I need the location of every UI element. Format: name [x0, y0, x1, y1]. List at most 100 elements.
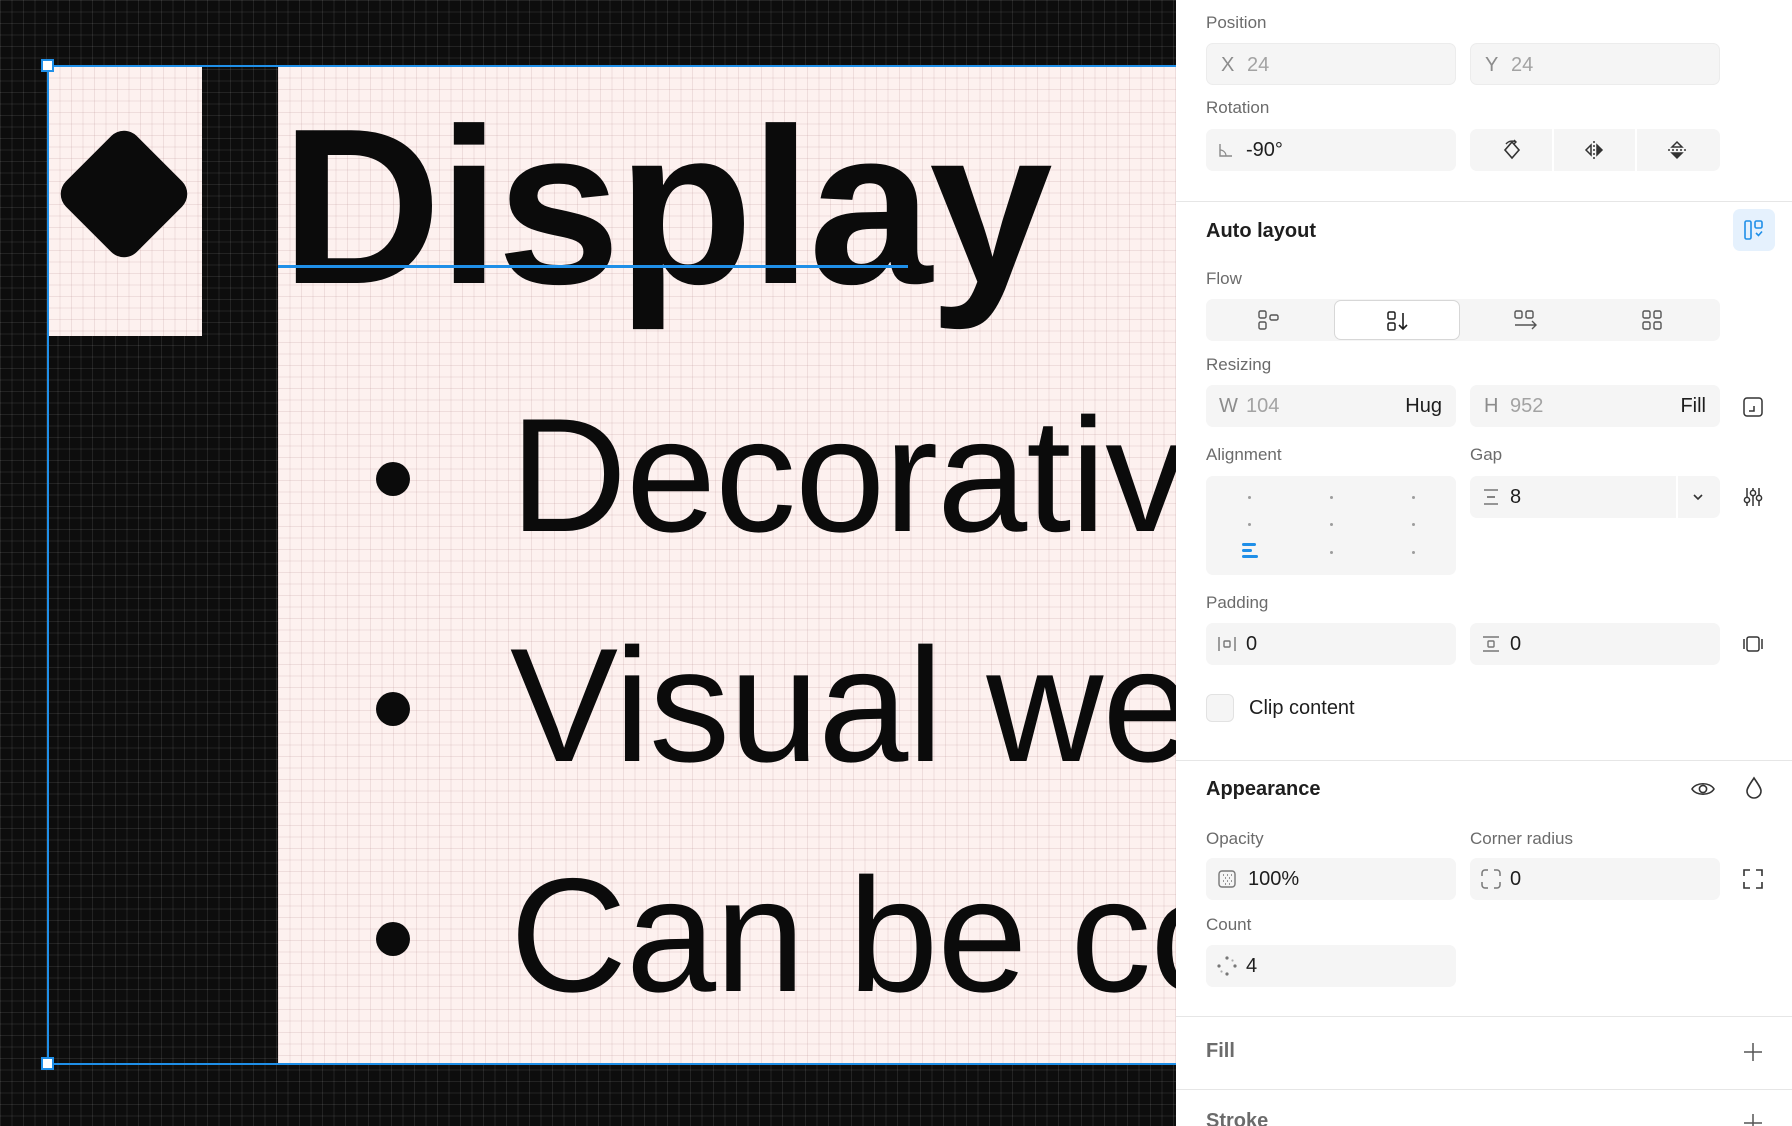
auto-layout-icon — [1744, 220, 1763, 240]
properties-panel: Position X 24 Y 24 Rotation -90° Auto la… — [1176, 0, 1792, 1126]
align-middle-right-dot[interactable] — [1412, 523, 1415, 526]
y-position-field[interactable]: Y 24 — [1470, 43, 1720, 85]
independent-corners-icon[interactable] — [1742, 868, 1764, 890]
opacity-icon — [1218, 870, 1236, 888]
rotation-value: -90° — [1246, 139, 1283, 161]
count-value: 4 — [1246, 955, 1258, 977]
y-value: 24 — [1511, 54, 1534, 76]
flow-option-vertical[interactable] — [1334, 300, 1460, 340]
opacity-field[interactable]: 100% — [1206, 858, 1456, 900]
rotation-field[interactable]: -90° — [1206, 129, 1456, 171]
vertical-gap-icon — [1484, 489, 1498, 505]
appearance-title: Appearance — [1206, 778, 1321, 800]
separator — [1635, 129, 1637, 171]
eye-icon[interactable] — [1690, 778, 1716, 800]
x-value: 24 — [1247, 54, 1270, 76]
height-mode[interactable]: Fill — [1680, 395, 1706, 418]
section-divider — [1176, 760, 1792, 761]
align-top-right-dot[interactable] — [1412, 496, 1415, 499]
gap-label: Gap — [1470, 445, 1503, 464]
stroke-title: Stroke — [1206, 1110, 1269, 1126]
list-bullet — [376, 462, 410, 496]
flow-option-horizontal[interactable] — [1462, 299, 1588, 341]
flip-horizontal-icon[interactable] — [1582, 138, 1606, 162]
list-item-text[interactable]: Decorative — [510, 395, 1176, 557]
resizing-label: Resizing — [1206, 355, 1272, 374]
rotate-90-icon[interactable] — [1500, 138, 1524, 162]
rotation-label: Rotation — [1206, 98, 1270, 117]
flow-option-grid[interactable] — [1206, 299, 1332, 341]
y-label: Y — [1485, 54, 1499, 76]
angle-icon — [1219, 144, 1232, 157]
count-dots-icon — [1217, 956, 1237, 976]
width-field[interactable]: W 104 Hug — [1206, 385, 1456, 427]
transform-buttons-group — [1470, 129, 1720, 171]
blend-mode-drop-icon[interactable] — [1744, 776, 1764, 800]
align-bottom-center-dot[interactable] — [1330, 551, 1333, 554]
selection-border-bottom — [47, 1063, 1176, 1065]
width-value: 104 — [1246, 395, 1280, 417]
list-bullet — [376, 922, 410, 956]
opacity-label: Opacity — [1206, 829, 1264, 848]
design-canvas[interactable]: Display Decorative Visual wei Can be co — [0, 0, 1176, 1126]
corner-radius-field[interactable]: 0 — [1470, 858, 1720, 900]
resize-handle-bottom-left[interactable] — [41, 1057, 54, 1070]
x-label: X — [1221, 54, 1235, 76]
resize-constraints-icon[interactable] — [1742, 396, 1764, 418]
width-mode[interactable]: Hug — [1405, 395, 1442, 418]
align-bottom-left-icon[interactable] — [1240, 541, 1260, 559]
list-item-text[interactable]: Can be co — [510, 855, 1176, 1017]
clip-content-label: Clip content — [1249, 697, 1355, 719]
selection-border-left — [47, 65, 49, 1064]
alignment-grid[interactable] — [1206, 476, 1456, 575]
selection-border-top — [47, 65, 1176, 67]
separator — [1676, 476, 1678, 518]
align-top-left-dot[interactable] — [1248, 496, 1251, 499]
add-stroke-icon[interactable] — [1742, 1112, 1764, 1126]
chevron-down-icon[interactable] — [1692, 492, 1704, 502]
corner-radius-label: Corner radius — [1470, 829, 1573, 848]
position-label: Position — [1206, 13, 1267, 32]
padding-label: Padding — [1206, 593, 1269, 612]
advanced-layout-settings-icon[interactable] — [1741, 485, 1765, 509]
flow-option-wrap[interactable] — [1590, 299, 1716, 341]
height-field[interactable]: H 952 Fill — [1470, 385, 1720, 427]
separator — [1552, 129, 1554, 171]
vertical-padding-value: 0 — [1510, 633, 1522, 655]
vertical-flow-icon — [1387, 311, 1408, 331]
resize-handle-top-left[interactable] — [41, 59, 54, 72]
add-fill-icon[interactable] — [1742, 1041, 1764, 1063]
list-item-text[interactable]: Visual wei — [510, 625, 1176, 787]
align-middle-center-dot[interactable] — [1330, 523, 1333, 526]
text-baseline-indicator — [278, 265, 908, 268]
corner-radius-icon — [1481, 869, 1501, 889]
auto-layout-toggle-button[interactable] — [1733, 209, 1775, 251]
align-bottom-right-dot[interactable] — [1412, 551, 1415, 554]
horizontal-flow-icon — [1514, 310, 1537, 330]
horizontal-padding-value: 0 — [1246, 633, 1258, 655]
x-position-field[interactable]: X 24 — [1206, 43, 1456, 85]
count-field[interactable]: 4 — [1206, 945, 1456, 987]
align-top-center-dot[interactable] — [1330, 496, 1333, 499]
opacity-value: 100% — [1248, 868, 1300, 890]
flip-vertical-icon[interactable] — [1665, 138, 1689, 162]
section-divider — [1176, 1089, 1792, 1090]
alignment-label: Alignment — [1206, 445, 1282, 464]
height-value: 952 — [1510, 395, 1544, 417]
section-divider — [1176, 1016, 1792, 1017]
vertical-padding-field[interactable]: 0 — [1470, 623, 1720, 665]
gap-value: 8 — [1510, 486, 1522, 508]
clip-content-checkbox[interactable] — [1206, 694, 1234, 722]
count-label: Count — [1206, 915, 1252, 934]
align-middle-left-dot[interactable] — [1248, 523, 1251, 526]
height-label: H — [1484, 395, 1499, 417]
horizontal-padding-field[interactable]: 0 — [1206, 623, 1456, 665]
grid-flow-icon — [1258, 310, 1279, 330]
display-heading-text[interactable]: Display — [281, 96, 1053, 318]
section-divider — [1176, 201, 1792, 202]
width-label: W — [1219, 395, 1238, 417]
corner-radius-value: 0 — [1510, 868, 1522, 890]
gap-field[interactable]: 8 — [1470, 476, 1720, 518]
fill-title: Fill — [1206, 1040, 1235, 1062]
individual-padding-icon[interactable] — [1742, 633, 1764, 655]
